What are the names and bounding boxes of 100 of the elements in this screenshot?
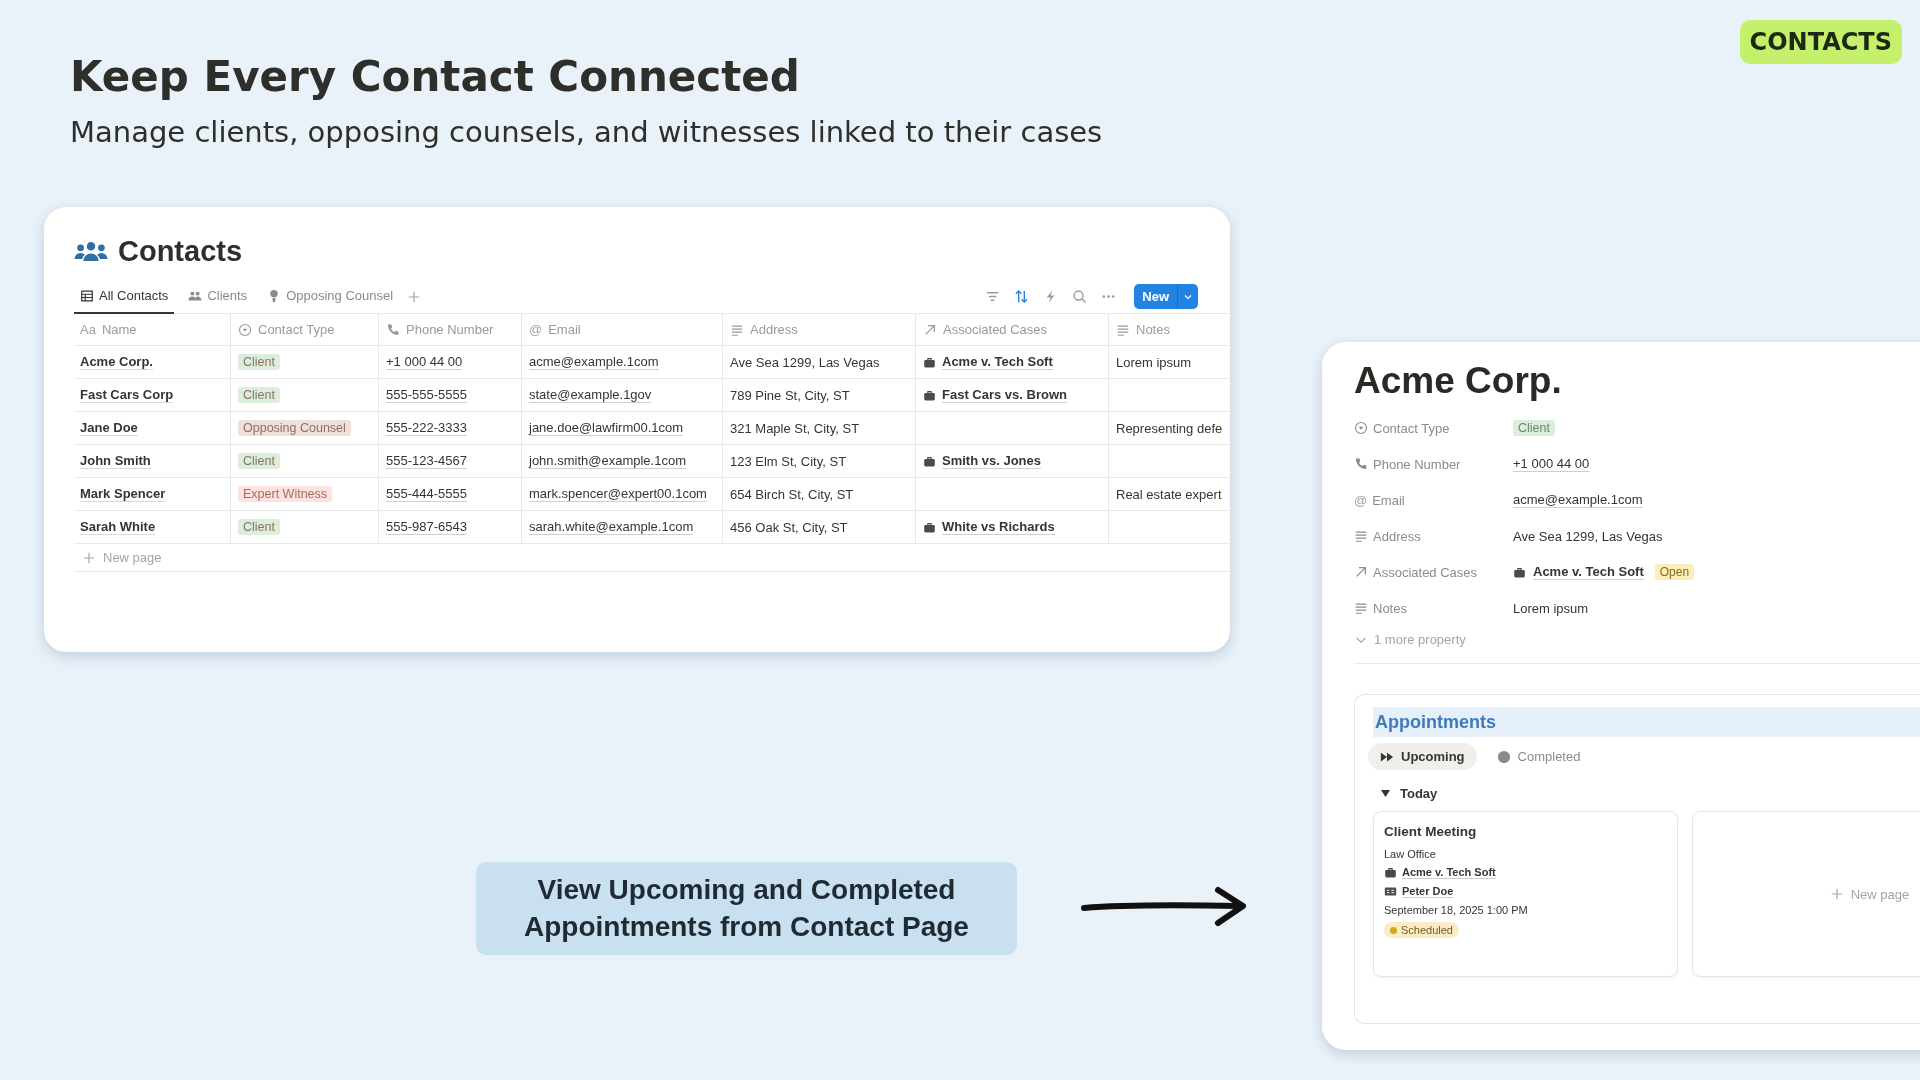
contact-type-tag: Client	[238, 453, 280, 469]
person-link[interactable]: Peter Doe	[1402, 885, 1454, 898]
lines-icon	[730, 322, 744, 337]
table-icon	[80, 288, 94, 303]
group-toggle[interactable]: Today	[1381, 786, 1438, 801]
property-link[interactable]: +1 000 44 00	[1513, 456, 1590, 472]
callout-label: View Upcoming and Completed Appointments from Contact Page	[476, 862, 1017, 955]
status-tag: Open	[1654, 564, 1695, 580]
phone-link[interactable]: 555-444-5555	[386, 486, 467, 502]
add-icon[interactable]	[407, 289, 422, 304]
email-link[interactable]: acme@example.1com	[529, 354, 659, 370]
date-text: September 18, 2025 1:00 PM	[1384, 904, 1528, 916]
contact-type-tag: Client	[238, 519, 280, 535]
address-text: 789 Pine St, City, ST	[730, 387, 850, 403]
contact-type-tag: Client	[238, 387, 280, 403]
arrow-icon	[923, 322, 937, 337]
case-link[interactable]: Acme v. Tech Soft	[1533, 564, 1644, 580]
case-link[interactable]: White vs Richards	[942, 519, 1055, 535]
contact-name[interactable]: Mark Spencer	[80, 486, 166, 502]
email-link[interactable]: mark.spencer@expert00.1com	[529, 486, 707, 502]
email-link[interactable]: state@example.1gov	[529, 387, 652, 403]
phone-link[interactable]: 555-987-6543	[386, 519, 467, 535]
phone-link[interactable]: 555-555-5555	[386, 387, 467, 403]
contact-name[interactable]: Sarah White	[80, 519, 156, 535]
dropdown-button[interactable]	[1177, 284, 1198, 309]
property-value: Lorem ipsum	[1513, 600, 1589, 616]
property-link[interactable]: acme@example.1com	[1513, 492, 1643, 508]
view-tab[interactable]: Upcoming	[1368, 743, 1477, 770]
at-sign-icon: @	[529, 322, 543, 337]
address-text: 456 Oak St, City, ST	[730, 519, 848, 535]
add-icon	[82, 550, 96, 565]
email-link[interactable]: john.smith@example.1com	[529, 453, 686, 469]
appointment-title: Client Meeting	[1384, 824, 1477, 839]
property-label: Notes	[1373, 600, 1407, 616]
email-link[interactable]: sarah.white@example.1com	[529, 519, 694, 535]
view-tab[interactable]: All Contacts	[74, 280, 175, 314]
contact-name[interactable]: Jane Doe	[80, 420, 138, 436]
notes-text: Representing defe	[1116, 420, 1223, 436]
notes-text: Lorem ipsum	[1116, 354, 1192, 370]
view-tab[interactable]: Opposing Counsel	[261, 280, 400, 314]
case-link[interactable]: Fast Cars vs. Brown	[942, 387, 1067, 403]
property-label: Associated Cases	[1373, 564, 1478, 580]
add-icon	[1829, 887, 1844, 901]
case-link[interactable]: Smith vs. Jones	[942, 453, 1041, 469]
phone-link[interactable]: 555-222-3333	[386, 420, 467, 436]
property-value: Ave Sea 1299, Las Vegas	[1513, 528, 1663, 544]
headline: Keep Every Contact Connected	[70, 52, 801, 101]
lines-icon	[1354, 529, 1368, 543]
property-label: Address	[1373, 528, 1421, 544]
address-text: 123 Elm St, City, ST	[730, 453, 847, 469]
id-card-icon	[1384, 885, 1397, 898]
appointments-heading: Appointments	[1373, 707, 1920, 737]
dropdown-icon	[1354, 421, 1368, 435]
circle-icon	[1496, 749, 1511, 764]
property-label: Phone Number	[1373, 456, 1461, 472]
contact-type-tag: Client	[1513, 420, 1555, 436]
email-link[interactable]: jane.doe@lawfirm00.1com	[529, 420, 684, 436]
filter-icon[interactable]	[985, 289, 1001, 304]
dropdown-icon	[238, 322, 252, 337]
location-text: Law Office	[1384, 848, 1436, 860]
contact-type-tag: Expert Witness	[238, 486, 333, 502]
appointment-card[interactable]: Client Meeting Law Office Acme v. Tech Soft Peter Doe September 18, 2025 1:00 PM Scheduled	[1373, 811, 1678, 977]
database-title: Contacts	[118, 235, 243, 268]
view-tab[interactable]: Completed	[1484, 743, 1593, 770]
phone-icon	[386, 322, 400, 337]
contact-name[interactable]: Acme Corp.	[80, 354, 153, 370]
briefcase-icon	[923, 454, 936, 468]
search-icon[interactable]	[1072, 289, 1088, 304]
text-case-icon: Aa	[80, 322, 96, 337]
lines-icon	[1354, 601, 1368, 615]
lines-icon	[1116, 322, 1130, 337]
contact-name[interactable]: John Smith	[80, 453, 151, 469]
briefcase-icon	[1513, 565, 1526, 579]
sort-icon[interactable]	[1014, 289, 1030, 304]
section-badge: CONTACTS	[1739, 20, 1902, 64]
briefcase-icon	[923, 520, 936, 534]
briefcase-icon	[1384, 866, 1397, 879]
contact-type-tag: Opposing Counsel	[238, 420, 351, 436]
briefcase-icon	[923, 388, 936, 402]
people-icon	[74, 240, 108, 263]
address-text: 321 Maple St, City, ST	[730, 420, 860, 436]
case-link[interactable]: Acme v. Tech Soft	[942, 354, 1053, 370]
view-tab[interactable]: Clients	[182, 280, 254, 314]
at-sign-icon: @	[1354, 492, 1368, 508]
page-title: Acme Corp.	[1354, 360, 1563, 402]
briefcase-icon	[923, 355, 936, 369]
address-text: 654 Birch St, City, ST	[730, 486, 854, 502]
phone-icon	[1354, 457, 1368, 471]
phone-link[interactable]: +1 000 44 00	[386, 354, 463, 370]
property-label: Email	[1372, 492, 1405, 508]
contact-name[interactable]: Fast Cars Corp	[80, 387, 174, 403]
case-link[interactable]: Acme v. Tech Soft	[1402, 866, 1496, 879]
notes-text: Real estate expert	[1116, 486, 1222, 502]
arrow-icon	[1354, 565, 1368, 579]
status-tag: Scheduled	[1384, 922, 1459, 938]
phone-link[interactable]: 555-123-4567	[386, 453, 467, 469]
address-text: Ave Sea 1299, Las Vegas	[730, 354, 880, 370]
property-label: Contact Type	[1373, 420, 1450, 436]
subheadline: Manage clients, opposing counsels, and witnesses linked to their cases	[70, 115, 1104, 149]
new-button[interactable]: New	[1134, 284, 1177, 309]
